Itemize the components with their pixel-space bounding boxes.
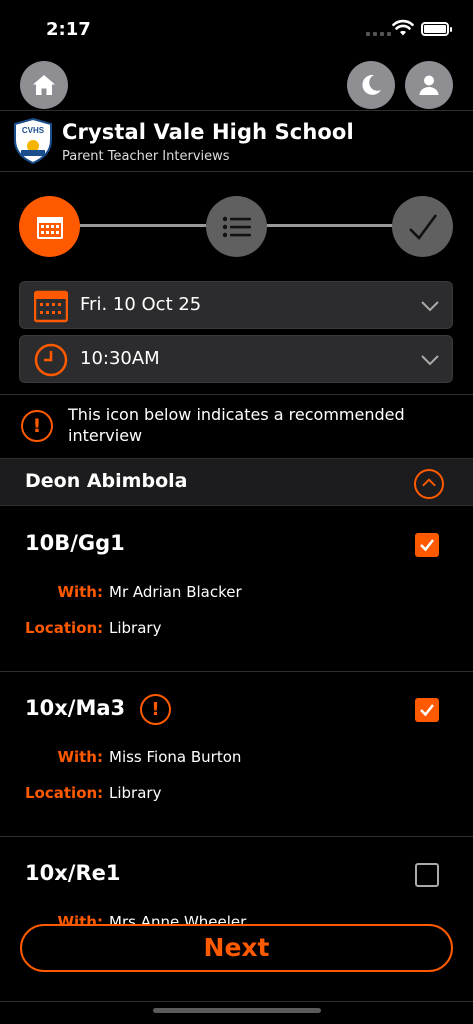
battery-icon <box>421 22 452 36</box>
alert-icon: ! <box>21 410 53 442</box>
status-bar: 2:17 <box>0 0 473 56</box>
moon-icon <box>362 74 381 95</box>
divider <box>0 1001 473 1002</box>
calendar-icon <box>34 290 68 323</box>
date-picker[interactable]: Fri. 10 Oct 25 <box>19 281 453 329</box>
select-checkbox[interactable] <box>415 533 439 557</box>
select-checkbox[interactable] <box>415 863 439 887</box>
location-label: Location: <box>25 784 104 802</box>
class-code: 10B/Gg1 <box>25 531 125 555</box>
next-button[interactable]: Next <box>20 924 453 972</box>
page-subtitle: Parent Teacher Interviews <box>62 149 230 164</box>
dark-mode-button[interactable] <box>347 61 395 109</box>
date-value: Fri. 10 Oct 25 <box>80 294 202 315</box>
time-value: 10:30AM <box>80 348 160 369</box>
home-button[interactable] <box>20 61 68 109</box>
step-list[interactable] <box>206 196 267 257</box>
school-name: Crystal Vale High School <box>62 120 354 144</box>
chevron-up-icon[interactable] <box>414 469 444 499</box>
location-value: Library <box>109 619 162 637</box>
teacher-name: Mr Adrian Blacker <box>109 583 242 601</box>
divider <box>0 171 473 172</box>
class-card[interactable]: 10x/Re1 With: Mrs Anne Wheeler <box>0 837 473 1002</box>
home-indicator[interactable] <box>153 1008 321 1013</box>
class-card[interactable]: 10x/Ma3 ! With: Miss Fiona Burton Locati… <box>0 672 473 837</box>
with-label: With: <box>57 748 103 766</box>
chevron-down-icon <box>421 301 439 312</box>
wifi-icon <box>392 19 414 36</box>
status-time: 2:17 <box>46 19 91 40</box>
alert-icon: ! <box>140 694 171 725</box>
student-name: Deon Abimbola <box>25 470 188 492</box>
step-confirm[interactable] <box>392 196 453 257</box>
step-date[interactable] <box>19 196 80 257</box>
check-icon <box>408 213 437 240</box>
class-code: 10x/Ma3 <box>25 696 126 720</box>
profile-button[interactable] <box>405 61 453 109</box>
student-section-header[interactable]: Deon Abimbola <box>0 458 473 506</box>
recommended-legend: ! This icon below indicates a recommende… <box>0 394 473 458</box>
legend-text: This icon below indicates a recommended … <box>68 405 405 445</box>
clock-icon <box>34 343 68 377</box>
home-icon <box>33 75 55 95</box>
with-label: With: <box>57 583 103 601</box>
calendar-icon <box>36 216 63 239</box>
divider <box>0 110 473 111</box>
class-code: 10x/Re1 <box>25 861 121 885</box>
class-card[interactable]: 10B/Gg1 With: Mr Adrian Blacker Location… <box>0 507 473 672</box>
list-icon <box>222 216 251 237</box>
location-label: Location: <box>25 619 104 637</box>
school-crest-logo: CVHS <box>14 118 52 164</box>
cellular-signal-icon <box>366 32 391 36</box>
select-checkbox[interactable] <box>415 698 439 722</box>
user-icon <box>419 75 439 95</box>
chevron-down-icon <box>421 355 439 366</box>
svg-text:CVHS: CVHS <box>22 126 45 135</box>
location-value: Library <box>109 784 162 802</box>
time-picker[interactable]: 10:30AM <box>19 335 453 383</box>
teacher-name: Miss Fiona Burton <box>109 748 242 766</box>
